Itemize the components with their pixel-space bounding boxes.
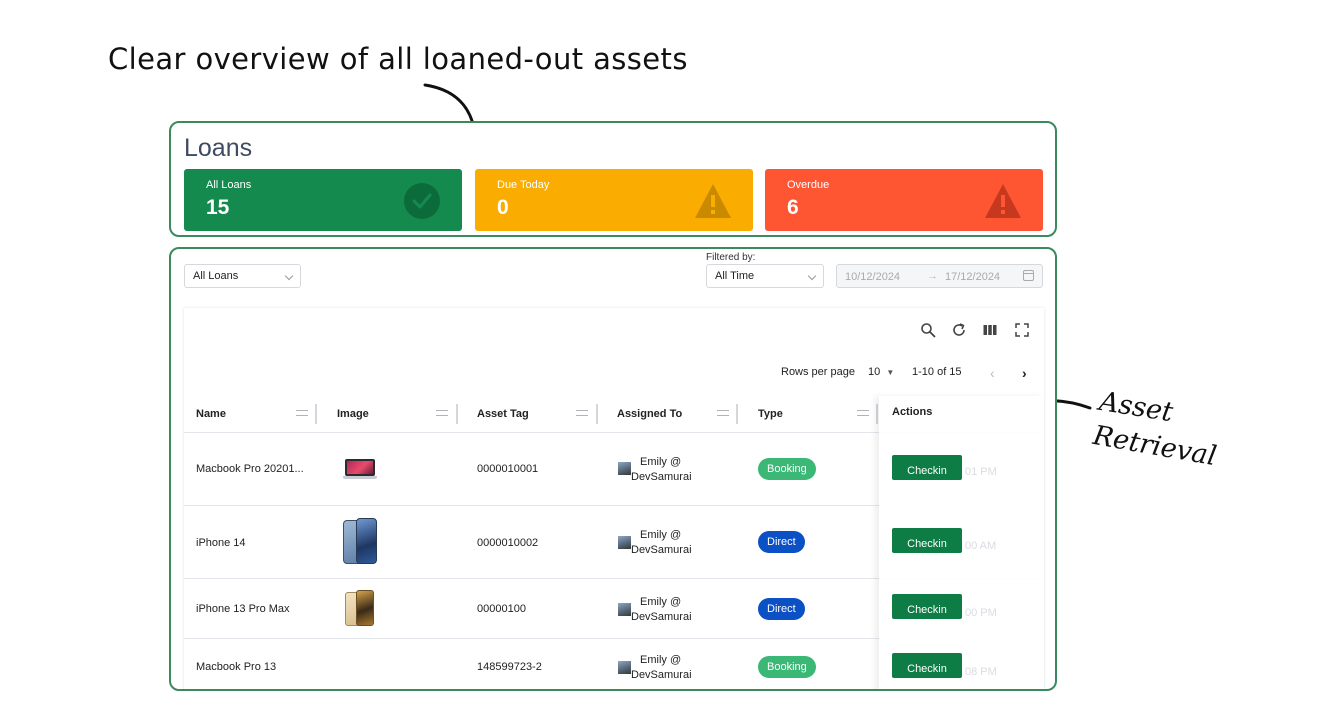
assignee-org: DevSamurai: [631, 471, 692, 483]
rows-per-page-value: 10: [868, 366, 881, 378]
date-range-picker[interactable]: 10/12/2024 → 17/12/2024: [836, 264, 1043, 288]
loan-type-select[interactable]: All Loans: [184, 264, 301, 288]
date-to: 17/12/2024: [945, 271, 1001, 283]
asset-name[interactable]: iPhone 13 Pro Max: [196, 603, 290, 615]
column-header-image[interactable]: Image: [337, 408, 369, 420]
hidden-cell-text: 00 AM: [965, 540, 997, 552]
asset-image-phone-blue: [343, 518, 378, 566]
checkin-button[interactable]: Checkin: [892, 653, 962, 678]
hidden-cell-text: 08 PM: [965, 666, 997, 678]
calendar-icon: [1023, 270, 1034, 281]
assignee-name: Emily @: [640, 529, 682, 541]
asset-tag: 00000100: [477, 603, 526, 615]
asset-image-phone-gold: [345, 590, 375, 628]
stat-card-due-today[interactable]: Due Today 0: [475, 169, 753, 231]
stat-card-all-loans[interactable]: All Loans 15: [184, 169, 462, 231]
assignee-name: Emily @: [640, 654, 682, 666]
refresh-icon[interactable]: [951, 322, 967, 338]
loans-summary-panel: Loans All Loans 15 Due Today 0 Overdue 6: [169, 121, 1057, 237]
stat-card-overdue[interactable]: Overdue 6: [765, 169, 1043, 231]
stat-value: 6: [787, 196, 799, 219]
asset-tag: 148599723-2: [477, 661, 542, 673]
filtered-by-label: Filtered by:: [706, 252, 756, 263]
assigned-to[interactable]: Emily @ DevSamurai: [631, 595, 692, 625]
stat-label: Due Today: [497, 179, 550, 191]
column-menu-icon[interactable]: [436, 410, 448, 416]
asset-name[interactable]: Macbook Pro 13: [196, 661, 276, 673]
assignee-org: DevSamurai: [631, 611, 692, 623]
date-range-arrow: →: [927, 270, 938, 282]
avatar: [618, 603, 631, 616]
rows-per-page-label: Rows per page: [781, 366, 855, 378]
hidden-cell-text: 01 PM: [965, 466, 997, 478]
asset-name[interactable]: Macbook Pro 20201...: [196, 463, 304, 475]
check-circle-icon: [404, 183, 440, 219]
avatar: [618, 536, 631, 549]
type-badge-direct: Direct: [758, 531, 805, 553]
column-resize-handle[interactable]: [736, 404, 738, 424]
loans-table-panel: All Loans Filtered by: All Time 10/12/20…: [169, 247, 1057, 691]
checkin-button[interactable]: Checkin: [892, 528, 962, 553]
asset-name[interactable]: iPhone 14: [196, 537, 246, 549]
column-resize-handle[interactable]: [596, 404, 598, 424]
stat-label: All Loans: [206, 179, 252, 191]
assigned-to[interactable]: Emily @ DevSamurai: [631, 455, 692, 485]
prev-page-button[interactable]: ‹: [990, 365, 995, 381]
column-menu-icon[interactable]: [576, 410, 588, 416]
assigned-to[interactable]: Emily @ DevSamurai: [631, 653, 692, 683]
column-header-name[interactable]: Name: [196, 408, 226, 420]
asset-image-laptop: [343, 459, 377, 479]
pagination-range: 1-10 of 15: [912, 366, 962, 378]
actions-column: Actions 01 PM Checkin 00 AM Checkin 00 P…: [879, 396, 1044, 689]
type-badge-booking: Booking: [758, 458, 816, 480]
stat-value: 15: [206, 196, 230, 219]
caret-down-icon: ▼: [886, 368, 895, 377]
column-resize-handle[interactable]: [876, 404, 878, 424]
asset-tag: 0000010002: [477, 537, 539, 549]
type-badge-direct: Direct: [758, 598, 805, 620]
date-from: 10/12/2024: [845, 271, 901, 283]
column-resize-handle[interactable]: [315, 404, 317, 424]
column-resize-handle[interactable]: [456, 404, 458, 424]
type-badge-booking: Booking: [758, 656, 816, 678]
stat-value: 0: [497, 196, 509, 219]
period-select[interactable]: All Time: [706, 264, 824, 288]
column-menu-icon[interactable]: [296, 410, 308, 416]
checkin-button[interactable]: Checkin: [892, 455, 962, 480]
loans-table: Rows per page 10 ▼ 1-10 of 15 ‹ › Name I…: [184, 308, 1044, 689]
column-header-asset-tag[interactable]: Asset Tag: [477, 408, 529, 420]
assignee-name: Emily @: [640, 596, 682, 608]
assignee-org: DevSamurai: [631, 544, 692, 556]
column-header-actions: Actions: [892, 406, 933, 418]
asset-tag: 0000010001: [477, 463, 539, 475]
chevron-down-icon: [284, 271, 294, 281]
checkin-button[interactable]: Checkin: [892, 594, 962, 619]
search-icon[interactable]: [920, 322, 936, 338]
column-header-type[interactable]: Type: [758, 408, 783, 420]
assignee-org: DevSamurai: [631, 669, 692, 681]
column-menu-icon[interactable]: [857, 410, 869, 416]
column-menu-icon[interactable]: [717, 410, 729, 416]
assigned-to[interactable]: Emily @ DevSamurai: [631, 528, 692, 558]
columns-icon[interactable]: [982, 322, 998, 338]
annotation-headline: Clear overview of all loaned-out assets: [108, 42, 688, 76]
column-header-assigned-to[interactable]: Assigned To: [617, 408, 682, 420]
fullscreen-icon[interactable]: [1014, 322, 1030, 338]
stat-label: Overdue: [787, 179, 830, 191]
loan-type-select-value: All Loans: [193, 270, 239, 282]
avatar: [618, 661, 631, 674]
warning-triangle-icon: [985, 184, 1021, 218]
rows-per-page-select[interactable]: 10 ▼: [868, 366, 894, 378]
chevron-down-icon: [807, 271, 817, 281]
page-title: Loans: [184, 134, 253, 162]
period-select-value: All Time: [715, 270, 755, 282]
annotation-callout-line2: Retrieval: [1090, 420, 1219, 473]
hidden-cell-text: 00 PM: [965, 607, 997, 619]
assignee-name: Emily @: [640, 456, 682, 468]
next-page-button[interactable]: ›: [1022, 365, 1027, 381]
avatar: [618, 462, 631, 475]
warning-triangle-icon: [695, 184, 731, 218]
